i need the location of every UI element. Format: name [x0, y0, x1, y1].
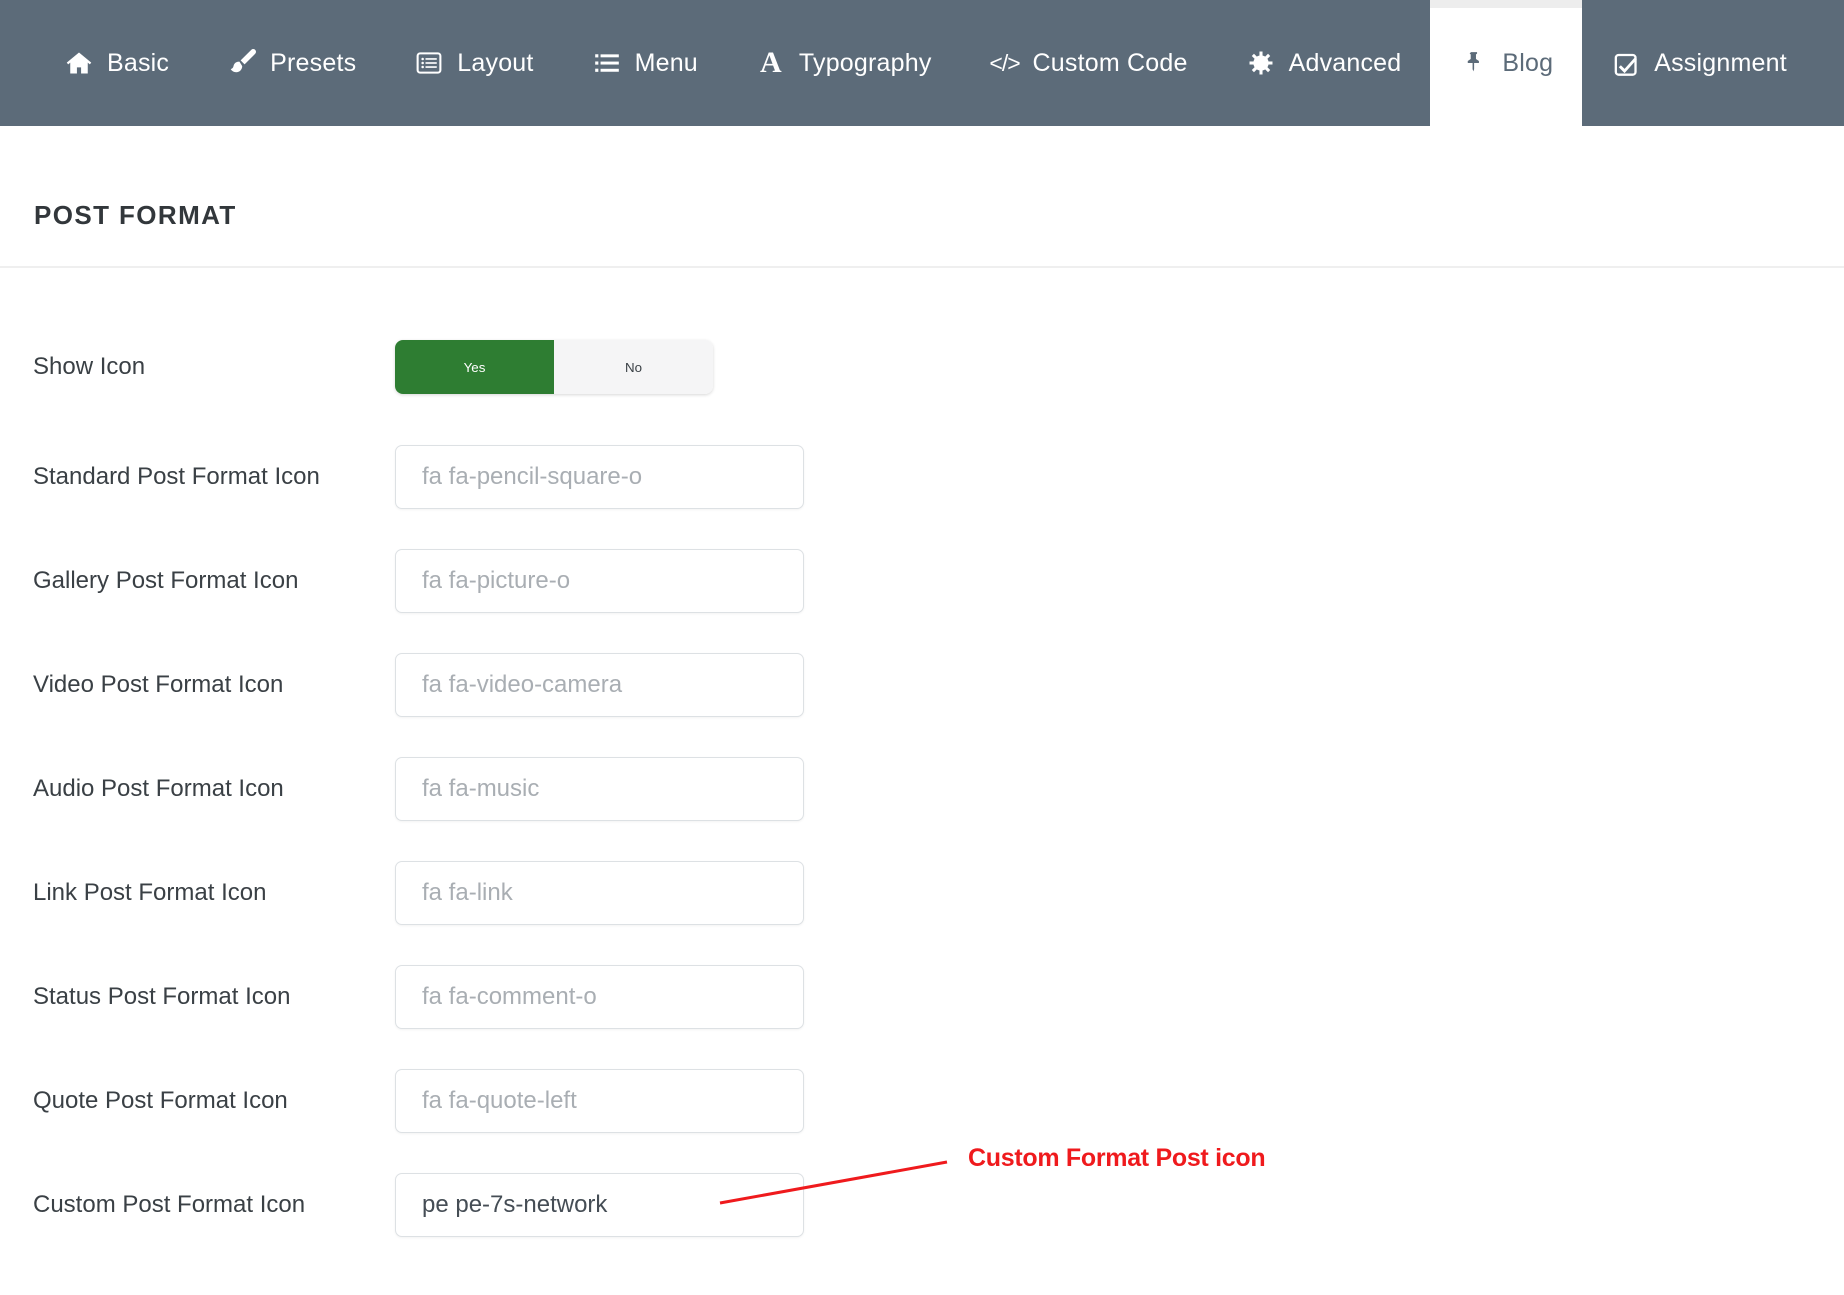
video-post-format-row: Video Post Format Icon — [33, 653, 1844, 717]
settings-page: Basic Presets Layout — [0, 0, 1844, 1295]
field-label: Status Post Format Icon — [33, 983, 395, 1011]
field-label: Custom Post Format Icon — [33, 1191, 395, 1219]
show-icon-no-button[interactable]: No — [554, 340, 713, 394]
section-header: POST FORMAT — [0, 126, 1844, 268]
field-label: Show Icon — [33, 353, 395, 381]
field-label: Quote Post Format Icon — [33, 1087, 395, 1115]
tab-label: Presets — [270, 49, 356, 78]
field-label: Link Post Format Icon — [33, 879, 395, 907]
tab-blog[interactable]: Blog — [1430, 0, 1582, 126]
show-icon-yes-button[interactable]: Yes — [395, 340, 554, 394]
gallery-post-format-row: Gallery Post Format Icon — [33, 549, 1844, 613]
gallery-post-format-input[interactable] — [395, 549, 804, 613]
post-format-form: Show Icon Yes No Standard Post Format Ic… — [0, 268, 1844, 1237]
quote-post-format-input[interactable] — [395, 1069, 804, 1133]
quote-post-format-row: Quote Post Format Icon — [33, 1069, 1844, 1133]
show-icon-toggle: Yes No — [395, 340, 713, 394]
pin-icon — [1459, 48, 1489, 78]
annotation-arrow-line — [700, 1150, 960, 1215]
tab-assignment[interactable]: Assignment — [1582, 0, 1816, 126]
tab-label: Menu — [635, 49, 698, 78]
link-post-format-row: Link Post Format Icon — [33, 861, 1844, 925]
field-label: Audio Post Format Icon — [33, 775, 395, 803]
tab-label: Basic — [107, 49, 169, 78]
home-icon — [64, 48, 94, 78]
audio-post-format-input[interactable] — [395, 757, 804, 821]
settings-tab-bar: Basic Presets Layout — [0, 0, 1844, 126]
standard-post-format-input[interactable] — [395, 445, 804, 509]
tab-presets[interactable]: Presets — [198, 0, 385, 126]
tab-advanced[interactable]: Advanced — [1217, 0, 1431, 126]
status-post-format-row: Status Post Format Icon — [33, 965, 1844, 1029]
audio-post-format-row: Audio Post Format Icon — [33, 757, 1844, 821]
show-icon-row: Show Icon Yes No — [33, 340, 1844, 394]
menu-list-icon — [592, 48, 622, 78]
check-square-icon — [1611, 48, 1641, 78]
paintbrush-icon — [227, 48, 257, 78]
field-label: Gallery Post Format Icon — [33, 567, 395, 595]
tab-label: Assignment — [1654, 49, 1787, 78]
status-post-format-input[interactable] — [395, 965, 804, 1029]
tab-label: Typography — [799, 49, 932, 78]
gear-icon — [1246, 48, 1276, 78]
link-post-format-input[interactable] — [395, 861, 804, 925]
tab-typography[interactable]: A Typography — [727, 0, 961, 126]
standard-post-format-row: Standard Post Format Icon — [33, 445, 1844, 509]
tab-label: Custom Code — [1033, 49, 1188, 78]
layout-icon — [414, 48, 444, 78]
tab-layout[interactable]: Layout — [385, 0, 562, 126]
typography-icon: A — [756, 48, 786, 78]
annotation-label: Custom Format Post icon — [968, 1144, 1265, 1173]
tab-label: Blog — [1502, 49, 1553, 78]
tab-custom-code[interactable]: </> Custom Code — [961, 0, 1217, 126]
field-label: Video Post Format Icon — [33, 671, 395, 699]
video-post-format-input[interactable] — [395, 653, 804, 717]
tab-basic[interactable]: Basic — [35, 0, 198, 126]
tab-label: Layout — [457, 49, 533, 78]
code-icon: </> — [990, 48, 1020, 78]
tab-label: Advanced — [1289, 49, 1402, 78]
field-label: Standard Post Format Icon — [33, 463, 395, 491]
tab-menu[interactable]: Menu — [563, 0, 727, 126]
page-title: POST FORMAT — [34, 200, 1844, 231]
